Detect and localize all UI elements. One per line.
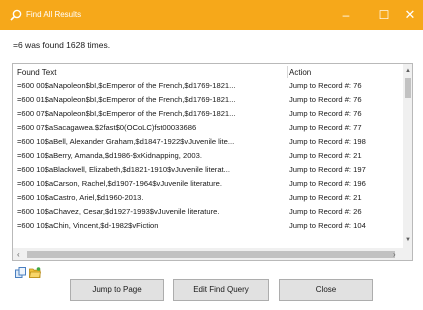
column-header-action[interactable]: Action [289, 68, 311, 77]
list-header: Found Text Action [13, 64, 403, 79]
vertical-scrollbar[interactable]: ▲ ▼ [403, 64, 412, 248]
jump-to-page-button[interactable]: Jump to Page [70, 279, 164, 301]
found-text-cell: =600 10$aBlackwell, Elizabeth,$d1821-191… [17, 165, 230, 174]
found-text-cell: =600 10$aCastro, Ariel,$d1960-2013. [17, 193, 144, 202]
action-cell[interactable]: Jump to Record #: 76 [289, 81, 362, 90]
action-cell[interactable]: Jump to Record #: 197 [289, 165, 366, 174]
table-row[interactable]: =600 00$aNapoleon$bI,$cEmperor of the Fr… [13, 80, 403, 92]
action-cell[interactable]: Jump to Record #: 21 [289, 193, 362, 202]
found-text-cell: =600 10$aChavez, Cesar,$d1927-1993$vJuve… [17, 207, 220, 216]
vertical-scroll-thumb[interactable] [405, 78, 411, 98]
minimize-button[interactable]: – [327, 0, 365, 30]
table-row[interactable]: =600 10$aBell, Alexander Graham,$d1847-1… [13, 136, 403, 148]
open-folder-icon[interactable] [29, 267, 41, 278]
scroll-up-icon[interactable]: ▲ [405, 68, 411, 74]
found-text-cell: =600 10$aCarson, Rachel,$d1907-1964$vJuv… [17, 179, 222, 188]
table-row[interactable]: =600 07$aNapoleon$bI,$cEmperor of the Fr… [13, 108, 403, 120]
action-cell[interactable]: Jump to Record #: 77 [289, 123, 362, 132]
copy-icon[interactable] [15, 267, 27, 278]
found-text-cell: =600 01$aNapoleon$bI,$cEmperor of the Fr… [17, 95, 236, 104]
action-cell[interactable]: Jump to Record #: 76 [289, 109, 362, 118]
horizontal-scroll-thumb[interactable] [27, 251, 395, 258]
table-row[interactable]: =600 10$aBlackwell, Elizabeth,$d1821-191… [13, 164, 403, 176]
table-row[interactable]: =600 10$aBerry, Amanda,$d1986-$xKidnappi… [13, 150, 403, 162]
action-cell[interactable]: Jump to Record #: 76 [289, 95, 362, 104]
title-bar: Find All Results – ☐ ✕ [0, 0, 423, 30]
found-text-cell: =600 10$aChin, Vincent,$d-1982$vFiction [17, 221, 159, 230]
results-list[interactable]: Found Text Action =600 00$aNapoleon$bI,$… [12, 63, 413, 261]
close-window-button[interactable]: ✕ [397, 0, 423, 30]
table-row[interactable]: =600 10$aCastro, Ariel,$d1960-2013. Jump… [13, 192, 403, 204]
table-row[interactable]: =600 10$aChin, Vincent,$d-1982$vFiction … [13, 220, 403, 232]
horizontal-scrollbar[interactable]: ‹ › [13, 248, 403, 260]
table-row[interactable]: =600 07$aSacagawea.$2fast$0(OCoLC)fst000… [13, 122, 403, 134]
scroll-right-icon[interactable]: › [393, 250, 396, 259]
search-icon [10, 9, 22, 21]
found-text-cell: =600 00$aNapoleon$bI,$cEmperor of the Fr… [17, 81, 236, 90]
action-cell[interactable]: Jump to Record #: 104 [289, 221, 366, 230]
action-cell[interactable]: Jump to Record #: 26 [289, 207, 362, 216]
table-row[interactable]: =600 01$aNapoleon$bI,$cEmperor of the Fr… [13, 94, 403, 106]
action-cell[interactable]: Jump to Record #: 196 [289, 179, 366, 188]
action-cell[interactable]: Jump to Record #: 198 [289, 137, 366, 146]
window-title: Find All Results [26, 10, 82, 19]
found-text-cell: =600 07$aNapoleon$bI,$cEmperor of the Fr… [17, 109, 236, 118]
action-cell[interactable]: Jump to Record #: 21 [289, 151, 362, 160]
found-text-cell: =600 10$aBerry, Amanda,$d1986-$xKidnappi… [17, 151, 202, 160]
scroll-down-icon[interactable]: ▼ [405, 237, 411, 243]
close-button[interactable]: Close [279, 279, 373, 301]
scrollbar-corner [403, 248, 412, 260]
result-count-text: =6 was found 1628 times. [13, 40, 111, 50]
table-row[interactable]: =600 10$aCarson, Rachel,$d1907-1964$vJuv… [13, 178, 403, 190]
edit-find-query-button[interactable]: Edit Find Query [173, 279, 269, 301]
table-row[interactable]: =600 10$aChavez, Cesar,$d1927-1993$vJuve… [13, 206, 403, 218]
column-divider[interactable] [287, 66, 288, 78]
found-text-cell: =600 10$aBell, Alexander Graham,$d1847-1… [17, 137, 235, 146]
scroll-left-icon[interactable]: ‹ [17, 250, 20, 259]
found-text-cell: =600 07$aSacagawea.$2fast$0(OCoLC)fst000… [17, 123, 197, 132]
column-header-found-text[interactable]: Found Text [17, 68, 56, 77]
